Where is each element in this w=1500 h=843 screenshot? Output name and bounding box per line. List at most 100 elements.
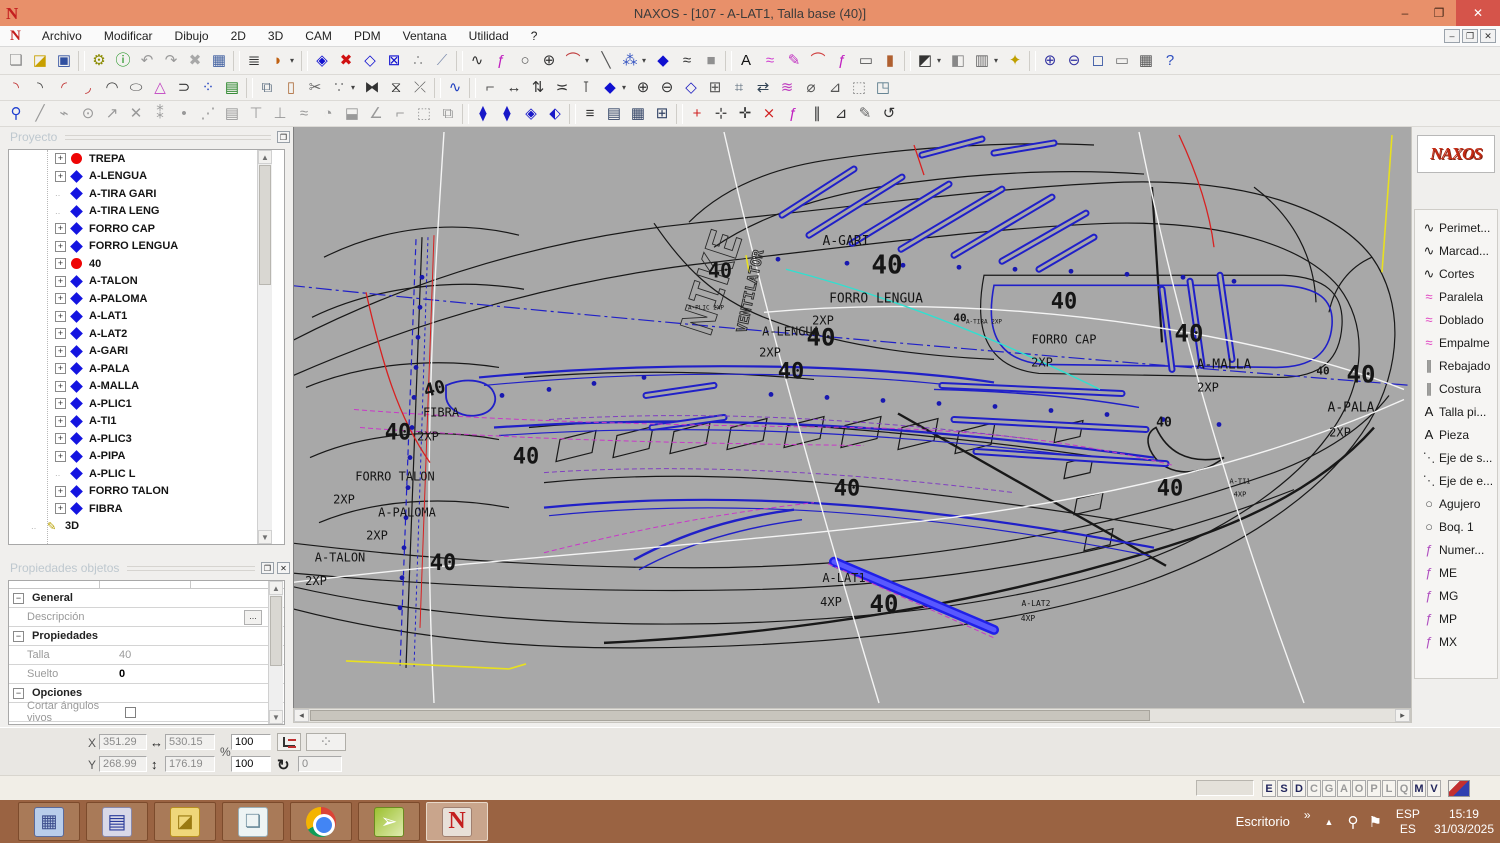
sheet-icon[interactable]: ▦ [626,103,650,125]
waves-icon[interactable]: ≋ [775,77,799,99]
corner-icon[interactable]: ⌐ [478,77,502,99]
quickbar-letter-m[interactable]: M [1412,780,1426,797]
swap-icon[interactable]: ⇅ [526,77,550,99]
redo-icon[interactable]: ↷ [159,50,183,72]
print-icon[interactable]: ▦ [1134,50,1158,72]
nodes2-icon-dropdown[interactable]: ▾ [351,83,360,92]
tree-item-fibra[interactable]: + FIBRA [9,500,284,518]
quickbar-letter-o[interactable]: O [1352,780,1366,797]
tool-agujero[interactable]: ○ Agujero [1415,492,1497,515]
tool-eje-de-s-[interactable]: ⋱ Eje de s... [1415,446,1497,469]
add-red-icon[interactable]: + [685,103,709,125]
tool-doblado[interactable]: ≈ Doblado [1415,308,1497,331]
scroll-up-icon[interactable]: ▲ [269,581,283,595]
cut-icon[interactable]: ✂ [303,77,327,99]
quickbar-letter-c[interactable]: C [1307,780,1321,797]
language-indicator[interactable]: ESP ES [1396,807,1420,837]
fold2-icon-dropdown[interactable]: ▾ [994,56,1003,65]
piece-icon[interactable]: ◆ [651,50,675,72]
arc-c-icon[interactable]: ◜ [52,77,76,99]
expand-icon[interactable]: + [55,415,66,427]
tree-item-a-gari[interactable]: + A-GARI [9,343,284,361]
tri-icon[interactable]: ⊿ [829,103,853,125]
tool-mp[interactable]: ƒ MP [1415,607,1497,630]
parallel-icon[interactable]: ∥ [805,103,829,125]
restore-button[interactable]: ❐ [1422,0,1456,26]
menu-item-utilidad[interactable]: Utilidad [458,27,520,45]
rotate-icon[interactable]: ↻ [277,756,290,774]
nodes2-icon[interactable]: ∵ [327,77,351,99]
layers-icon[interactable]: ≣ [242,50,266,72]
graduation-icon[interactable]: ▤ [220,77,244,99]
flag-icon[interactable]: ⚑ [1368,813,1381,831]
dshape-icon[interactable]: ⊃ [172,77,196,99]
scroll-up-icon[interactable]: ▲ [258,150,272,164]
menu-item-dibujo[interactable]: Dibujo [164,27,220,45]
scroll-thumb[interactable] [270,596,282,666]
nodes-icon[interactable]: ⁂ [618,50,642,72]
taskbar-app-calculator[interactable]: ▦ [18,802,80,841]
arc-d-icon[interactable]: ◞ [76,77,100,99]
ray-icon[interactable]: ↗ [100,103,124,125]
circle-icon[interactable]: ○ [513,50,537,72]
expand-icon[interactable]: + [55,363,66,375]
drawing-canvas[interactable]: NIKE VENTILATOR 40 A-GARI 40 FORRO LENGUA 2XP… [293,127,1411,708]
grade-points-button[interactable]: ⁘ [306,733,346,751]
expand-icon[interactable]: + [55,258,66,270]
piece2-icon-dropdown[interactable]: ▾ [622,83,631,92]
zoom-y-field[interactable]: 100 [231,756,271,772]
expand-icon[interactable]: + [55,223,66,235]
zoom-in-icon[interactable]: ⊕ [1038,50,1062,72]
angle2-icon[interactable]: ⊿ [823,77,847,99]
menu-item-archivo[interactable]: Archivo [31,27,93,45]
wave2-icon[interactable]: ≈ [292,103,316,125]
ruler-icon[interactable]: ▭ [1110,50,1134,72]
scroll-right-icon[interactable]: ▸ [1395,709,1410,722]
quickbar-letter-p[interactable]: P [1367,780,1381,797]
table-icon[interactable]: ▤ [602,103,626,125]
sweep-icon[interactable]: ⟋ [430,50,454,72]
info-icon[interactable]: ⓘ [111,50,135,72]
project-panel-float-button[interactable]: ❐ [277,131,290,143]
quickbar-letter-d[interactable]: D [1292,780,1306,797]
tree-item-a-pala[interactable]: + A-PALA [9,360,284,378]
notification-chevron-icon[interactable]: ▲ [1325,817,1334,827]
undo-icon[interactable]: ↶ [135,50,159,72]
collapse-icon[interactable]: − [13,630,24,642]
quickbar-letter-g[interactable]: G [1322,780,1336,797]
tool-pieza[interactable]: A Pieza [1415,423,1497,446]
collapse-icon[interactable]: − [13,592,24,604]
scroll-left-icon[interactable]: ◂ [294,709,309,722]
tool-rebajado[interactable]: ∥ Rebajado [1415,354,1497,377]
tree-item-a-malla[interactable]: + A-MALLA [9,378,284,396]
center-piece-icon[interactable]: ◇ [358,50,382,72]
x-coordinate-field[interactable]: 351.29 [99,734,147,750]
curve-icon[interactable]: ∿ [465,50,489,72]
properties-icon[interactable]: ▦ [207,50,231,72]
properties-panel-float-button[interactable]: ❐ [261,562,274,574]
tree-item-a-plic-l[interactable]: ‥ A-PLIC L [9,465,284,483]
ellipsis-button[interactable]: ... [244,609,262,625]
clock[interactable]: 15:19 31/03/2025 [1434,807,1494,837]
align-corner-button[interactable] [277,733,301,751]
ruler2-icon[interactable]: ▤ [220,103,244,125]
tree-item-forro-talon[interactable]: + FORRO TALON [9,483,284,501]
text-icon[interactable]: A [734,50,758,72]
arc2-icon[interactable]: ⌒ [806,50,830,72]
piece-swap-icon[interactable]: ◈ [519,103,543,125]
arc-a-icon[interactable]: ◝ [4,77,28,99]
delete-piece-icon[interactable]: ✖ [334,50,358,72]
mdi-close-button[interactable]: ✕ [1480,29,1496,43]
tree-item-a-lengua[interactable]: + A-LENGUA [9,168,284,186]
dot-icon[interactable]: • [172,103,196,125]
child-window-icon[interactable]: N [10,28,21,45]
tree-item-a-tira-leng[interactable]: ‥ A-TIRA LENG [9,203,284,221]
open-file-icon[interactable]: ◪ [28,50,52,72]
hash-icon[interactable]: ⌗ [727,77,751,99]
expand-icon[interactable]: + [55,503,66,515]
copy-icon[interactable]: ⧉ [255,77,279,99]
tool-mx[interactable]: ƒ MX [1415,630,1497,653]
tool-perimet-[interactable]: ∿ Perimet... [1415,216,1497,239]
expand-icon[interactable]: + [55,293,66,305]
taskbar-app-naxos[interactable]: N [426,802,488,841]
